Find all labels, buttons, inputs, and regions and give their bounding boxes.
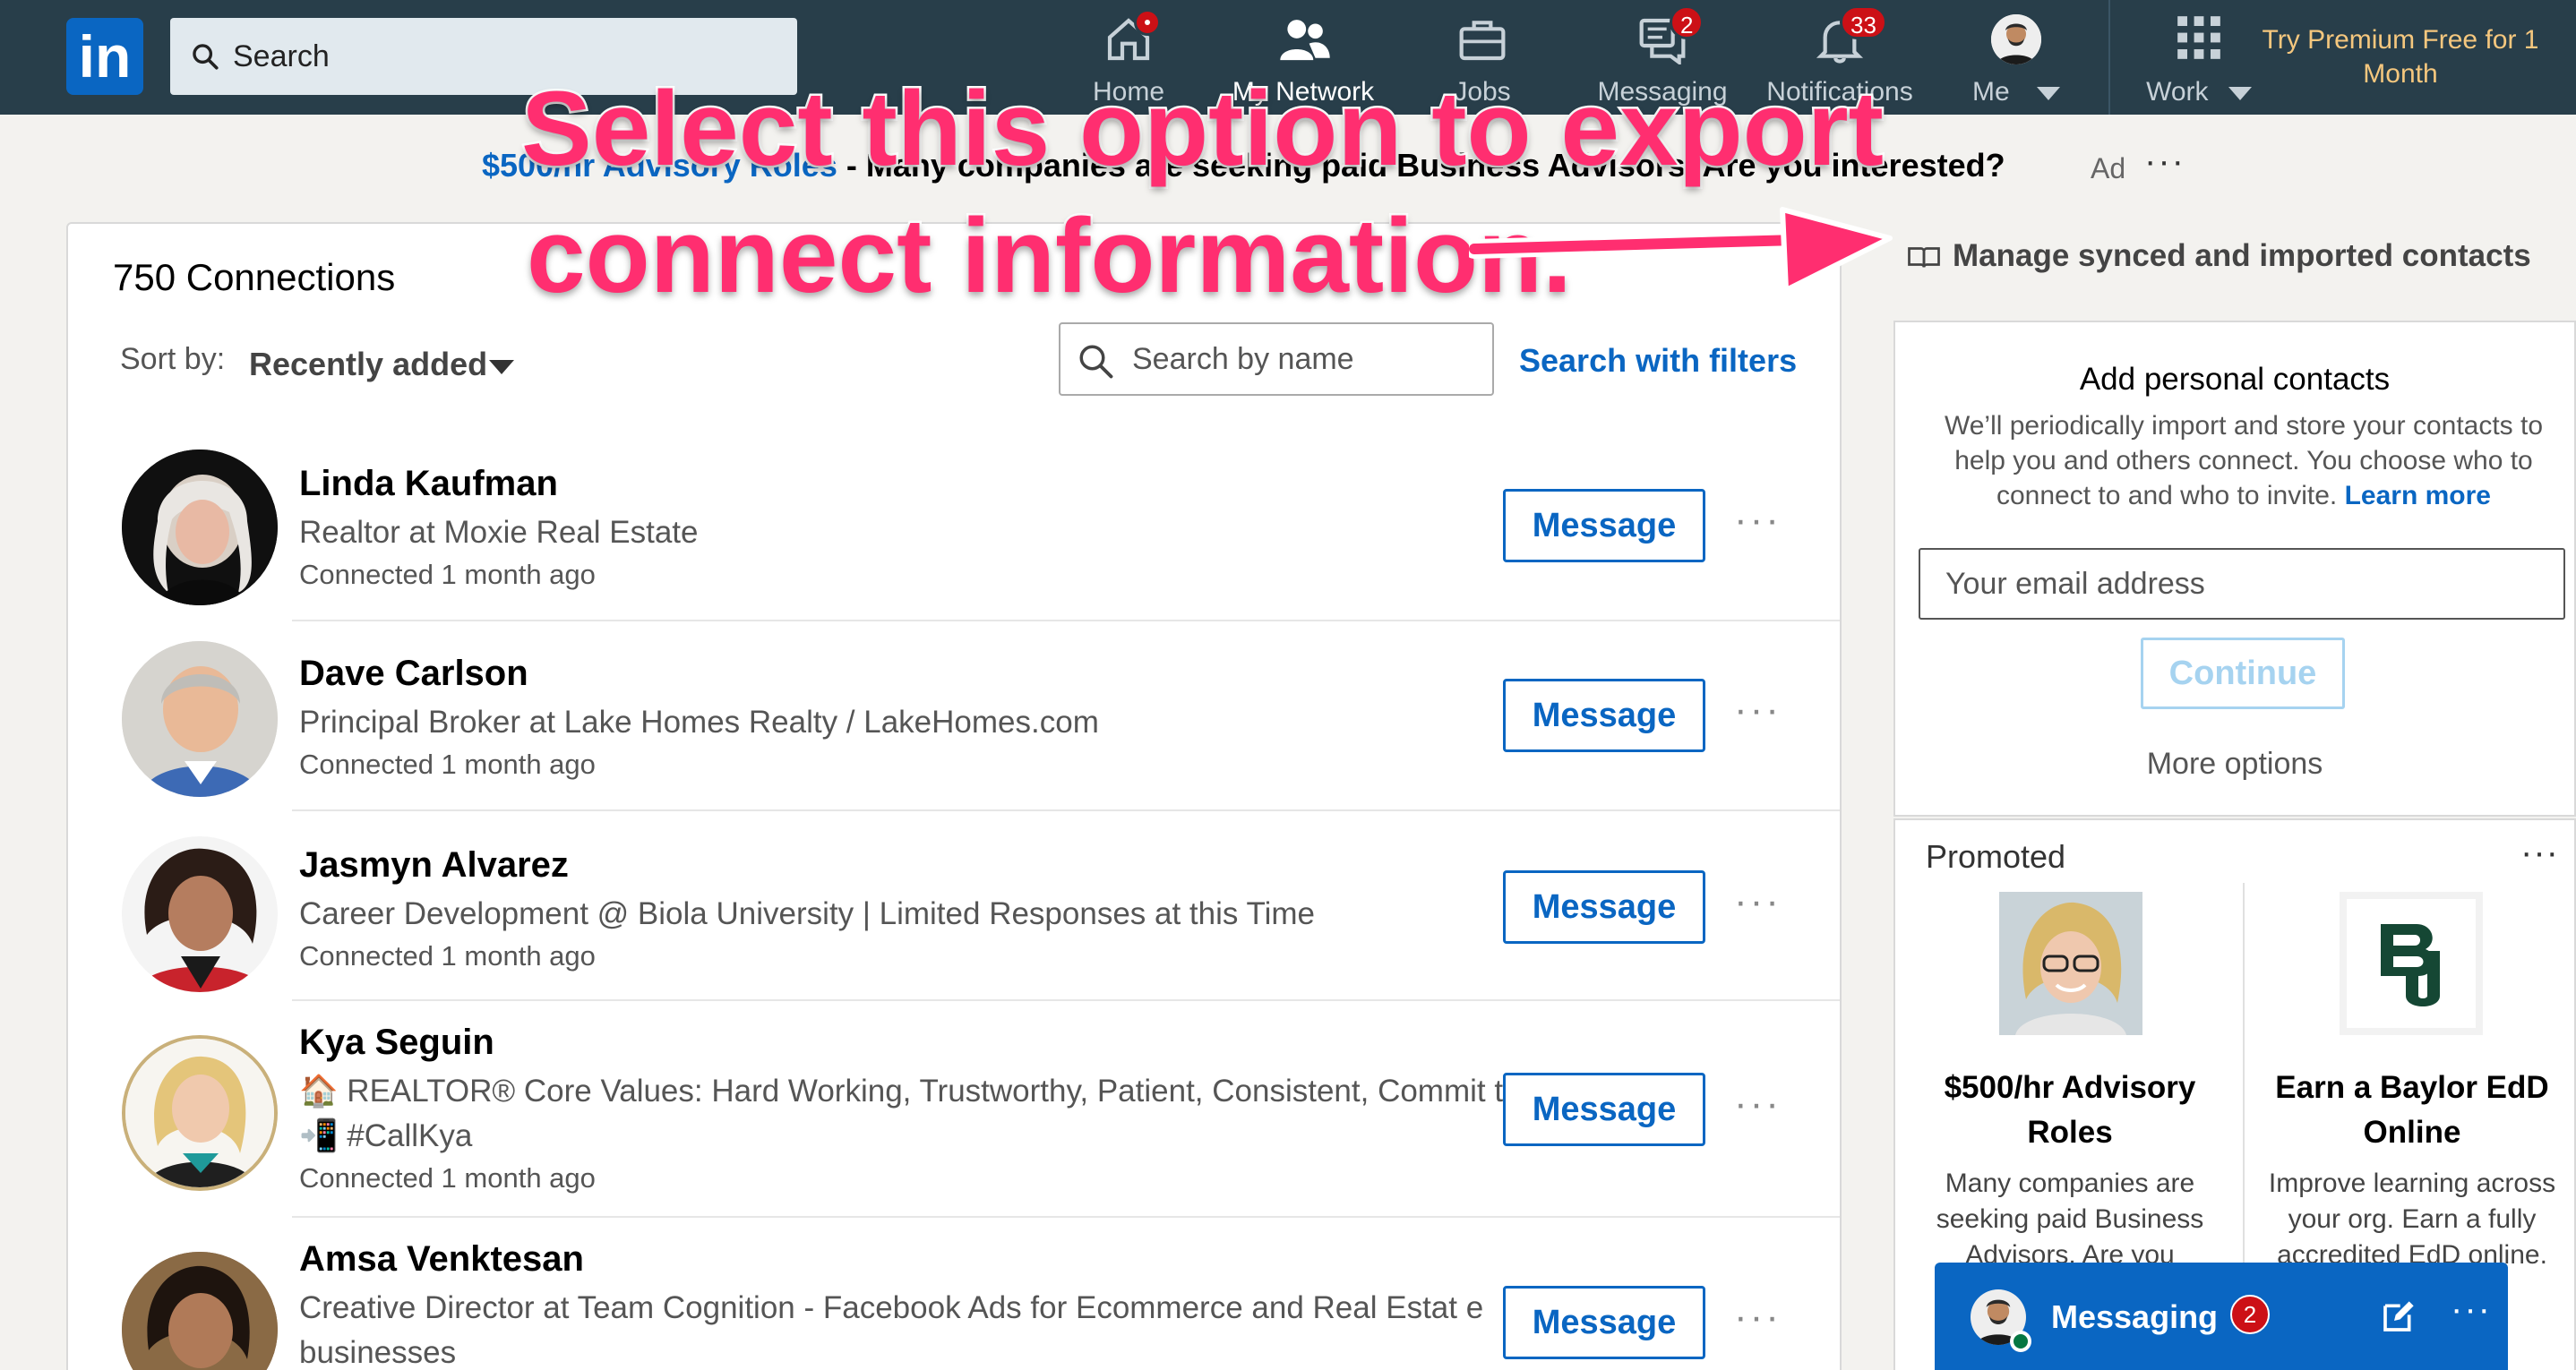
connection-time: Connected 1 month ago	[299, 749, 596, 780]
annotation-arrow-icon	[1469, 207, 1893, 293]
connection-name[interactable]: Amsa Venktesan	[299, 1239, 584, 1280]
connection-avatar[interactable]	[122, 1035, 278, 1191]
email-field[interactable]	[1919, 548, 2565, 620]
connections-count: 750 Connections	[113, 256, 396, 298]
connection-avatar[interactable]	[122, 641, 278, 797]
learn-more-link[interactable]: Learn more	[2345, 481, 2491, 510]
manage-contacts-label[interactable]: Manage synced and imported contacts	[1953, 238, 2531, 273]
connection-avatar[interactable]	[122, 1252, 278, 1370]
promo-title-baylor[interactable]: Earn a Baylor EdD Online	[2246, 1066, 2576, 1155]
home-notification-dot	[1134, 9, 1161, 36]
connection-name[interactable]: Jasmyn Alvarez	[299, 845, 569, 886]
add-contacts-title: Add personal contacts	[2079, 362, 2391, 397]
message-button[interactable]: Message	[1503, 1073, 1705, 1146]
manage-contacts-link[interactable]: Manage synced and imported contacts	[1908, 238, 2531, 274]
connection-headline: Realtor at Moxie Real Estate	[299, 515, 699, 550]
notifications-badge: 33	[1840, 5, 1887, 39]
connection-time: Connected 1 month ago	[299, 1162, 596, 1194]
more-icon[interactable]: ···	[1734, 879, 1782, 924]
ad-tag: Ad	[2091, 152, 2126, 184]
message-button[interactable]: Message	[1503, 679, 1705, 752]
name-search-input[interactable]	[1132, 324, 1481, 394]
connection-time: Connected 1 month ago	[299, 940, 596, 972]
connection-row: Linda Kaufman Realtor at Moxie Real Esta…	[68, 421, 1840, 621]
connection-headline: Creative Director at Team Cognition - Fa…	[299, 1290, 1484, 1370]
add-contacts-description: We’ll periodically import and store your…	[1926, 408, 2562, 513]
sort-label: Sort by:	[120, 342, 226, 376]
home-icon	[1103, 9, 1161, 64]
more-icon[interactable]: ···	[1734, 688, 1782, 732]
message-button[interactable]: Message	[1503, 870, 1705, 944]
briefcase-icon	[1457, 14, 1507, 64]
email-input[interactable]	[1920, 550, 2563, 618]
connection-row: Amsa Venktesan Creative Director at Team…	[68, 1218, 1840, 1370]
linkedin-logo[interactable]: in	[66, 18, 143, 95]
connection-row: Dave Carlson Principal Broker at Lake Ho…	[68, 621, 1840, 811]
messaging-overlay[interactable]: Messaging 2 ···	[1935, 1263, 2508, 1370]
connection-headline: 🏠 REALTOR® Core Values: Hard Working, Tr…	[299, 1074, 1538, 1153]
connection-time: Connected 1 month ago	[299, 559, 596, 590]
connection-avatar[interactable]	[122, 450, 278, 605]
nav-me-text: Me	[1971, 77, 2010, 107]
promo-image-advisory[interactable]	[1999, 892, 2142, 1035]
connection-headline: Career Development @ Biola University | …	[299, 896, 1315, 931]
messaging-badge: 2	[1670, 5, 1704, 39]
promoted-label: Promoted	[1926, 838, 2066, 875]
baylor-logo[interactable]	[2340, 892, 2483, 1035]
more-icon[interactable]: ···	[1734, 1295, 1782, 1340]
nav-me[interactable]: Me	[1967, 14, 2065, 113]
nav-divider	[2108, 0, 2110, 115]
promo-title-advisory[interactable]: $500/hr Advisory Roles	[1904, 1066, 2236, 1155]
connection-headline: Principal Broker at Lake Homes Realty / …	[299, 705, 1099, 740]
more-options-link[interactable]: More options	[1893, 747, 2576, 782]
connection-name[interactable]: Linda Kaufman	[299, 464, 558, 504]
messaging-label[interactable]: Messaging	[2051, 1298, 2218, 1336]
grid-icon	[2174, 14, 2224, 64]
connection-name[interactable]: Dave Carlson	[299, 654, 528, 694]
avatar	[1991, 14, 2041, 64]
search-icon	[1079, 345, 1113, 379]
message-button[interactable]: Message	[1503, 1286, 1705, 1359]
name-search-box[interactable]	[1059, 322, 1494, 396]
continue-button[interactable]: Continue	[2141, 638, 2345, 709]
online-status-icon	[2010, 1331, 2031, 1352]
more-icon[interactable]: ···	[1734, 1082, 1782, 1126]
caret-down-icon[interactable]	[489, 360, 514, 374]
bell-icon: 33	[1815, 5, 1887, 64]
promoted-more-icon[interactable]: ···	[2520, 833, 2559, 873]
compose-icon[interactable]	[2381, 1298, 2417, 1334]
annotation-line-2: connect information.	[525, 195, 1575, 318]
connection-row: Kya Seguin 🏠 REALTOR® Core Values: Hard …	[68, 1001, 1840, 1218]
messaging-icon: 2	[1637, 5, 1704, 66]
sort-dropdown[interactable]: Recently added	[249, 346, 487, 383]
book-icon	[1908, 246, 1940, 268]
message-button[interactable]: Message	[1503, 489, 1705, 562]
search-with-filters-link[interactable]: Search with filters	[1519, 342, 1797, 380]
try-premium-link[interactable]: Try Premium Free for 1 Month	[2239, 23, 2562, 91]
nav-me-label: Me	[1967, 77, 2065, 107]
annotation-line-1: Select this option to export	[519, 68, 1886, 191]
promo-desc-baylor: Improve learning across your org. Earn a…	[2268, 1169, 2556, 1270]
connection-name[interactable]: Kya Seguin	[299, 1023, 494, 1063]
connection-avatar[interactable]	[122, 836, 278, 992]
promo-desc-advisory: Many companies are seeking paid Business…	[1936, 1169, 2204, 1270]
connection-row: Jasmyn Alvarez Career Development @ Biol…	[68, 811, 1840, 1001]
more-icon[interactable]: ···	[1734, 498, 1782, 543]
ad-more-icon[interactable]: ···	[2144, 141, 2185, 182]
search-icon	[193, 44, 219, 70]
nav-work-text: Work	[2146, 77, 2209, 107]
messaging-more-icon[interactable]: ···	[2451, 1289, 2492, 1330]
network-icon	[1278, 14, 1330, 64]
messaging-overlay-badge: 2	[2230, 1295, 2270, 1334]
promoted-divider	[2243, 883, 2245, 1286]
chevron-down-icon	[2037, 86, 2061, 100]
